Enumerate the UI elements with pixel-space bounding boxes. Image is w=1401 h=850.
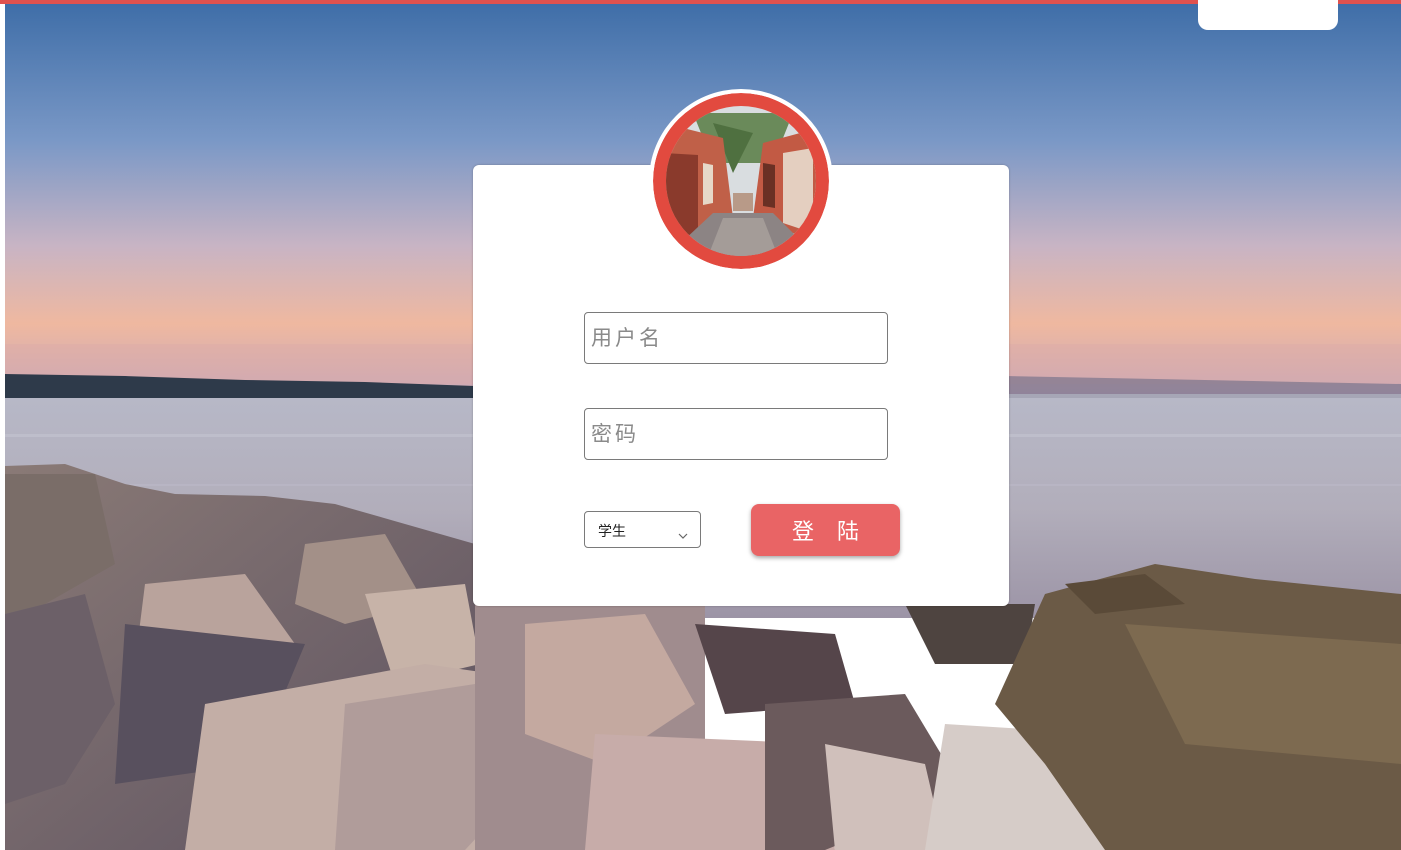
- avatar: [653, 93, 829, 269]
- left-edge-strip: [0, 0, 5, 850]
- corner-tab: [1198, 0, 1338, 30]
- top-accent-bar: [0, 0, 1401, 4]
- password-input[interactable]: [584, 408, 888, 460]
- role-select[interactable]: 学生: [584, 511, 701, 548]
- username-input[interactable]: [584, 312, 888, 364]
- login-page: 学生 登 陆: [0, 0, 1401, 850]
- chevron-down-icon: [678, 525, 688, 544]
- role-selected-value: 学生: [598, 524, 626, 540]
- login-button[interactable]: 登 陆: [751, 504, 900, 556]
